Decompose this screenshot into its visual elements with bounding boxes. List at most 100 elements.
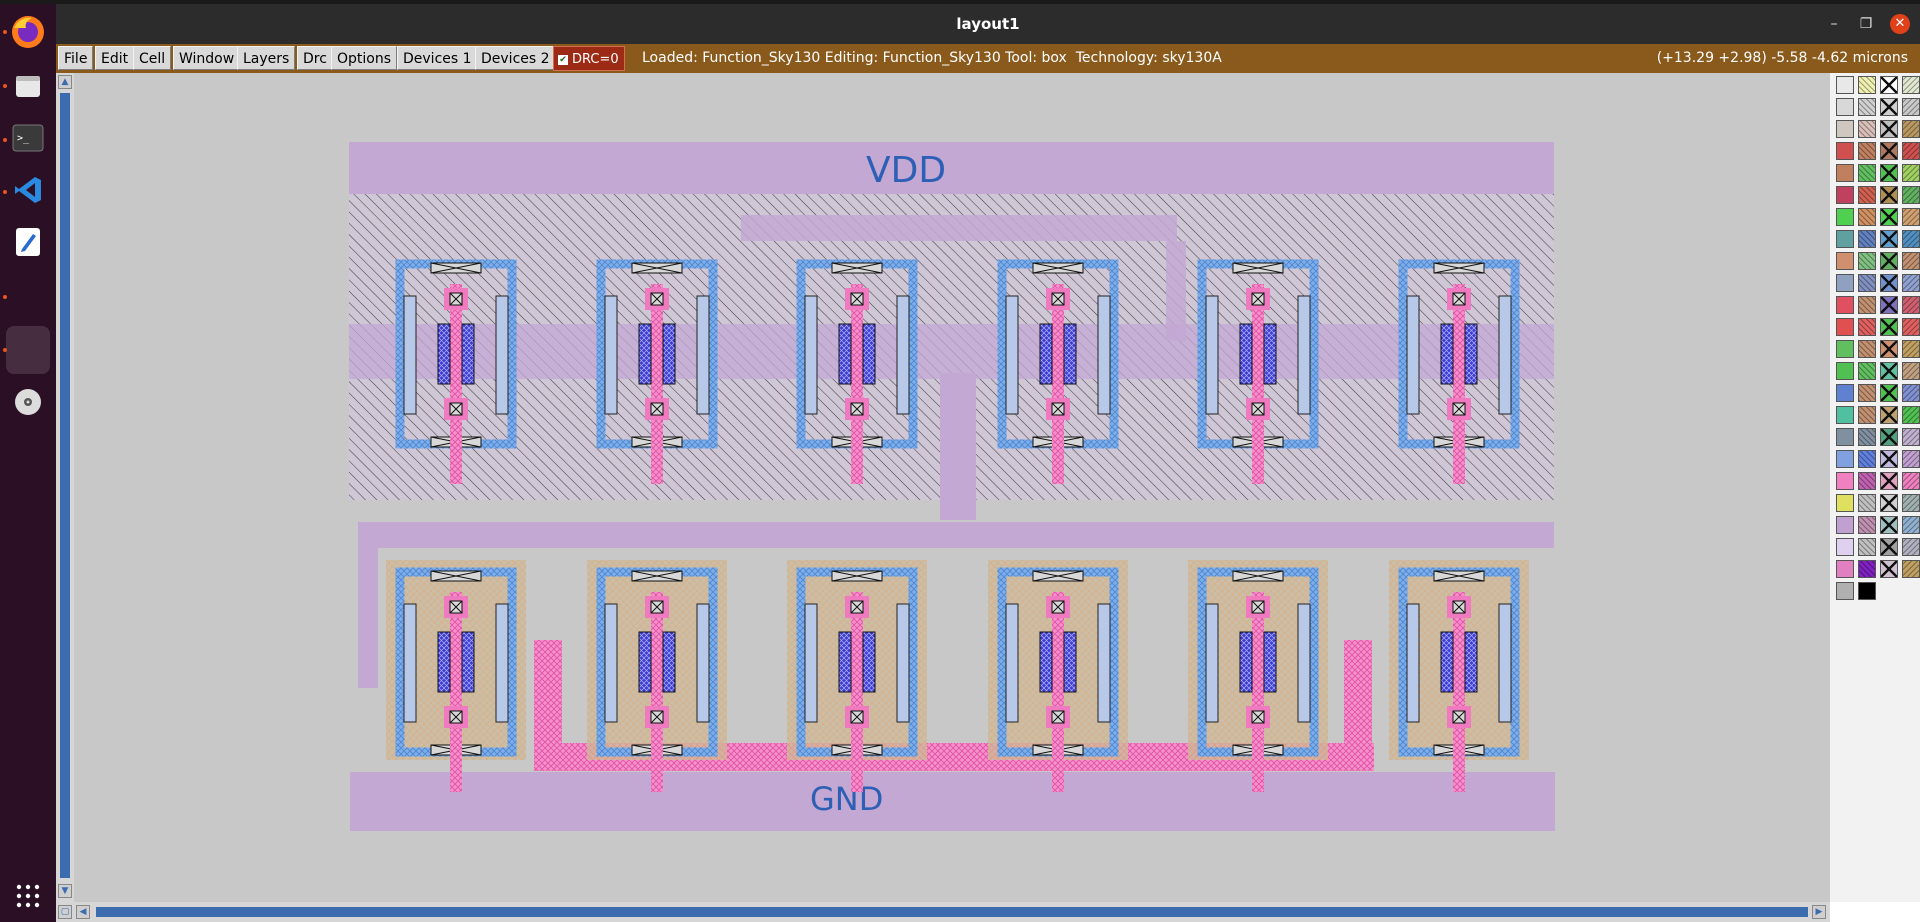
vertical-scroll-track[interactable] [60,93,70,878]
firefox-icon[interactable] [8,12,48,52]
layer-swatch[interactable] [1902,428,1920,446]
scroll-right-arrow-icon[interactable]: ▶ [1812,905,1826,919]
layer-swatch[interactable] [1836,142,1854,160]
horizontal-scroll-track[interactable] [96,907,1808,917]
layer-palette[interactable] [1830,73,1920,902]
layer-swatch[interactable] [1902,538,1920,556]
layer-swatch[interactable] [1880,362,1898,380]
layer-swatch[interactable] [1836,538,1854,556]
layer-swatch[interactable] [1902,296,1920,314]
menu-options[interactable]: Options [331,46,398,70]
layer-swatch[interactable] [1902,560,1920,578]
layer-swatch[interactable] [1880,538,1898,556]
layer-swatch[interactable] [1836,560,1854,578]
layer-swatch[interactable] [1836,428,1854,446]
layer-swatch[interactable] [1902,142,1920,160]
layer-swatch[interactable] [1880,76,1898,94]
app-grid-icon[interactable] [8,876,48,916]
layer-swatch[interactable] [1836,472,1854,490]
window-titlebar[interactable]: layout1 – ❐ ✕ [56,4,1920,44]
nmos-cell[interactable] [1389,560,1529,792]
menu-drc[interactable]: Drc [297,46,333,70]
vscode-icon[interactable] [8,170,48,210]
layer-swatch[interactable] [1836,582,1854,600]
layer-swatch[interactable] [1858,186,1876,204]
nmos-cell[interactable] [787,560,927,792]
layer-swatch[interactable] [1880,340,1898,358]
layer-swatch[interactable] [1880,142,1898,160]
layer-swatch[interactable] [1902,340,1920,358]
layer-swatch[interactable] [1858,208,1876,226]
layer-swatch[interactable] [1902,406,1920,424]
layer-swatch[interactable] [1836,186,1854,204]
layer-swatch[interactable] [1858,142,1876,160]
layer-swatch[interactable] [1858,274,1876,292]
menu-cell[interactable]: Cell [133,46,172,70]
layer-swatch[interactable] [1836,208,1854,226]
horizontal-scrollbar[interactable]: ▢ ◀ ▶ [56,902,1830,922]
scroll-down-arrow-icon[interactable]: ▼ [58,884,72,898]
layer-swatch[interactable] [1902,318,1920,336]
nmos-cell[interactable] [386,560,526,792]
layer-swatch[interactable] [1902,494,1920,512]
layer-swatch[interactable] [1902,450,1920,468]
layer-swatch[interactable] [1836,384,1854,402]
layer-swatch[interactable] [1880,318,1898,336]
layer-swatch[interactable] [1858,362,1876,380]
layer-swatch[interactable] [1880,428,1898,446]
layer-swatch[interactable] [1836,494,1854,512]
layer-swatch[interactable] [1880,384,1898,402]
layer-swatch[interactable] [1858,296,1876,314]
layer-swatch[interactable] [1836,516,1854,534]
layer-swatch[interactable] [1902,208,1920,226]
layer-swatch[interactable] [1858,230,1876,248]
layer-swatch[interactable] [1836,230,1854,248]
layer-swatch[interactable] [1858,450,1876,468]
menu-layers[interactable]: Layers [237,46,296,70]
active-app-highlight[interactable] [6,326,50,374]
layer-swatch[interactable] [1858,472,1876,490]
minimize-button[interactable]: – [1824,14,1844,34]
zoom-box-icon[interactable]: ▢ [58,905,72,919]
layer-swatch[interactable] [1858,538,1876,556]
layer-swatch[interactable] [1902,98,1920,116]
layer-swatch[interactable] [1902,362,1920,380]
layer-swatch[interactable] [1902,230,1920,248]
menu-edit[interactable]: Edit [95,46,135,70]
layer-swatch[interactable] [1836,76,1854,94]
layer-swatch[interactable] [1836,274,1854,292]
layer-swatch[interactable] [1880,208,1898,226]
layer-swatch[interactable] [1858,560,1876,578]
layer-swatch[interactable] [1858,582,1876,600]
layer-swatch[interactable] [1880,186,1898,204]
layer-swatch[interactable] [1858,252,1876,270]
layer-swatch[interactable] [1902,516,1920,534]
layer-swatch[interactable] [1880,296,1898,314]
layer-swatch[interactable] [1880,274,1898,292]
close-button[interactable]: ✕ [1890,14,1910,34]
layer-swatch[interactable] [1858,98,1876,116]
menu-devices-1[interactable]: Devices 1 [397,46,478,70]
maximize-button[interactable]: ❐ [1856,14,1876,34]
layer-swatch[interactable] [1880,516,1898,534]
layer-swatch[interactable] [1836,120,1854,138]
nmos-cell[interactable] [988,560,1128,792]
menu-window[interactable]: Window [173,46,241,70]
layer-swatch[interactable] [1880,164,1898,182]
layer-swatch[interactable] [1880,252,1898,270]
layer-swatch[interactable] [1836,362,1854,380]
scroll-up-arrow-icon[interactable]: ▲ [58,75,72,89]
layer-swatch[interactable] [1902,252,1920,270]
layer-swatch[interactable] [1880,98,1898,116]
layer-swatch[interactable] [1880,450,1898,468]
layer-swatch[interactable] [1858,494,1876,512]
layer-swatch[interactable] [1836,296,1854,314]
layer-swatch[interactable] [1836,450,1854,468]
layer-swatch[interactable] [1880,406,1898,424]
layer-swatch[interactable] [1902,76,1920,94]
layer-swatch[interactable] [1880,120,1898,138]
layer-swatch[interactable] [1880,230,1898,248]
layer-swatch[interactable] [1880,494,1898,512]
layer-swatch[interactable] [1836,406,1854,424]
menu-devices-2[interactable]: Devices 2 [475,46,556,70]
